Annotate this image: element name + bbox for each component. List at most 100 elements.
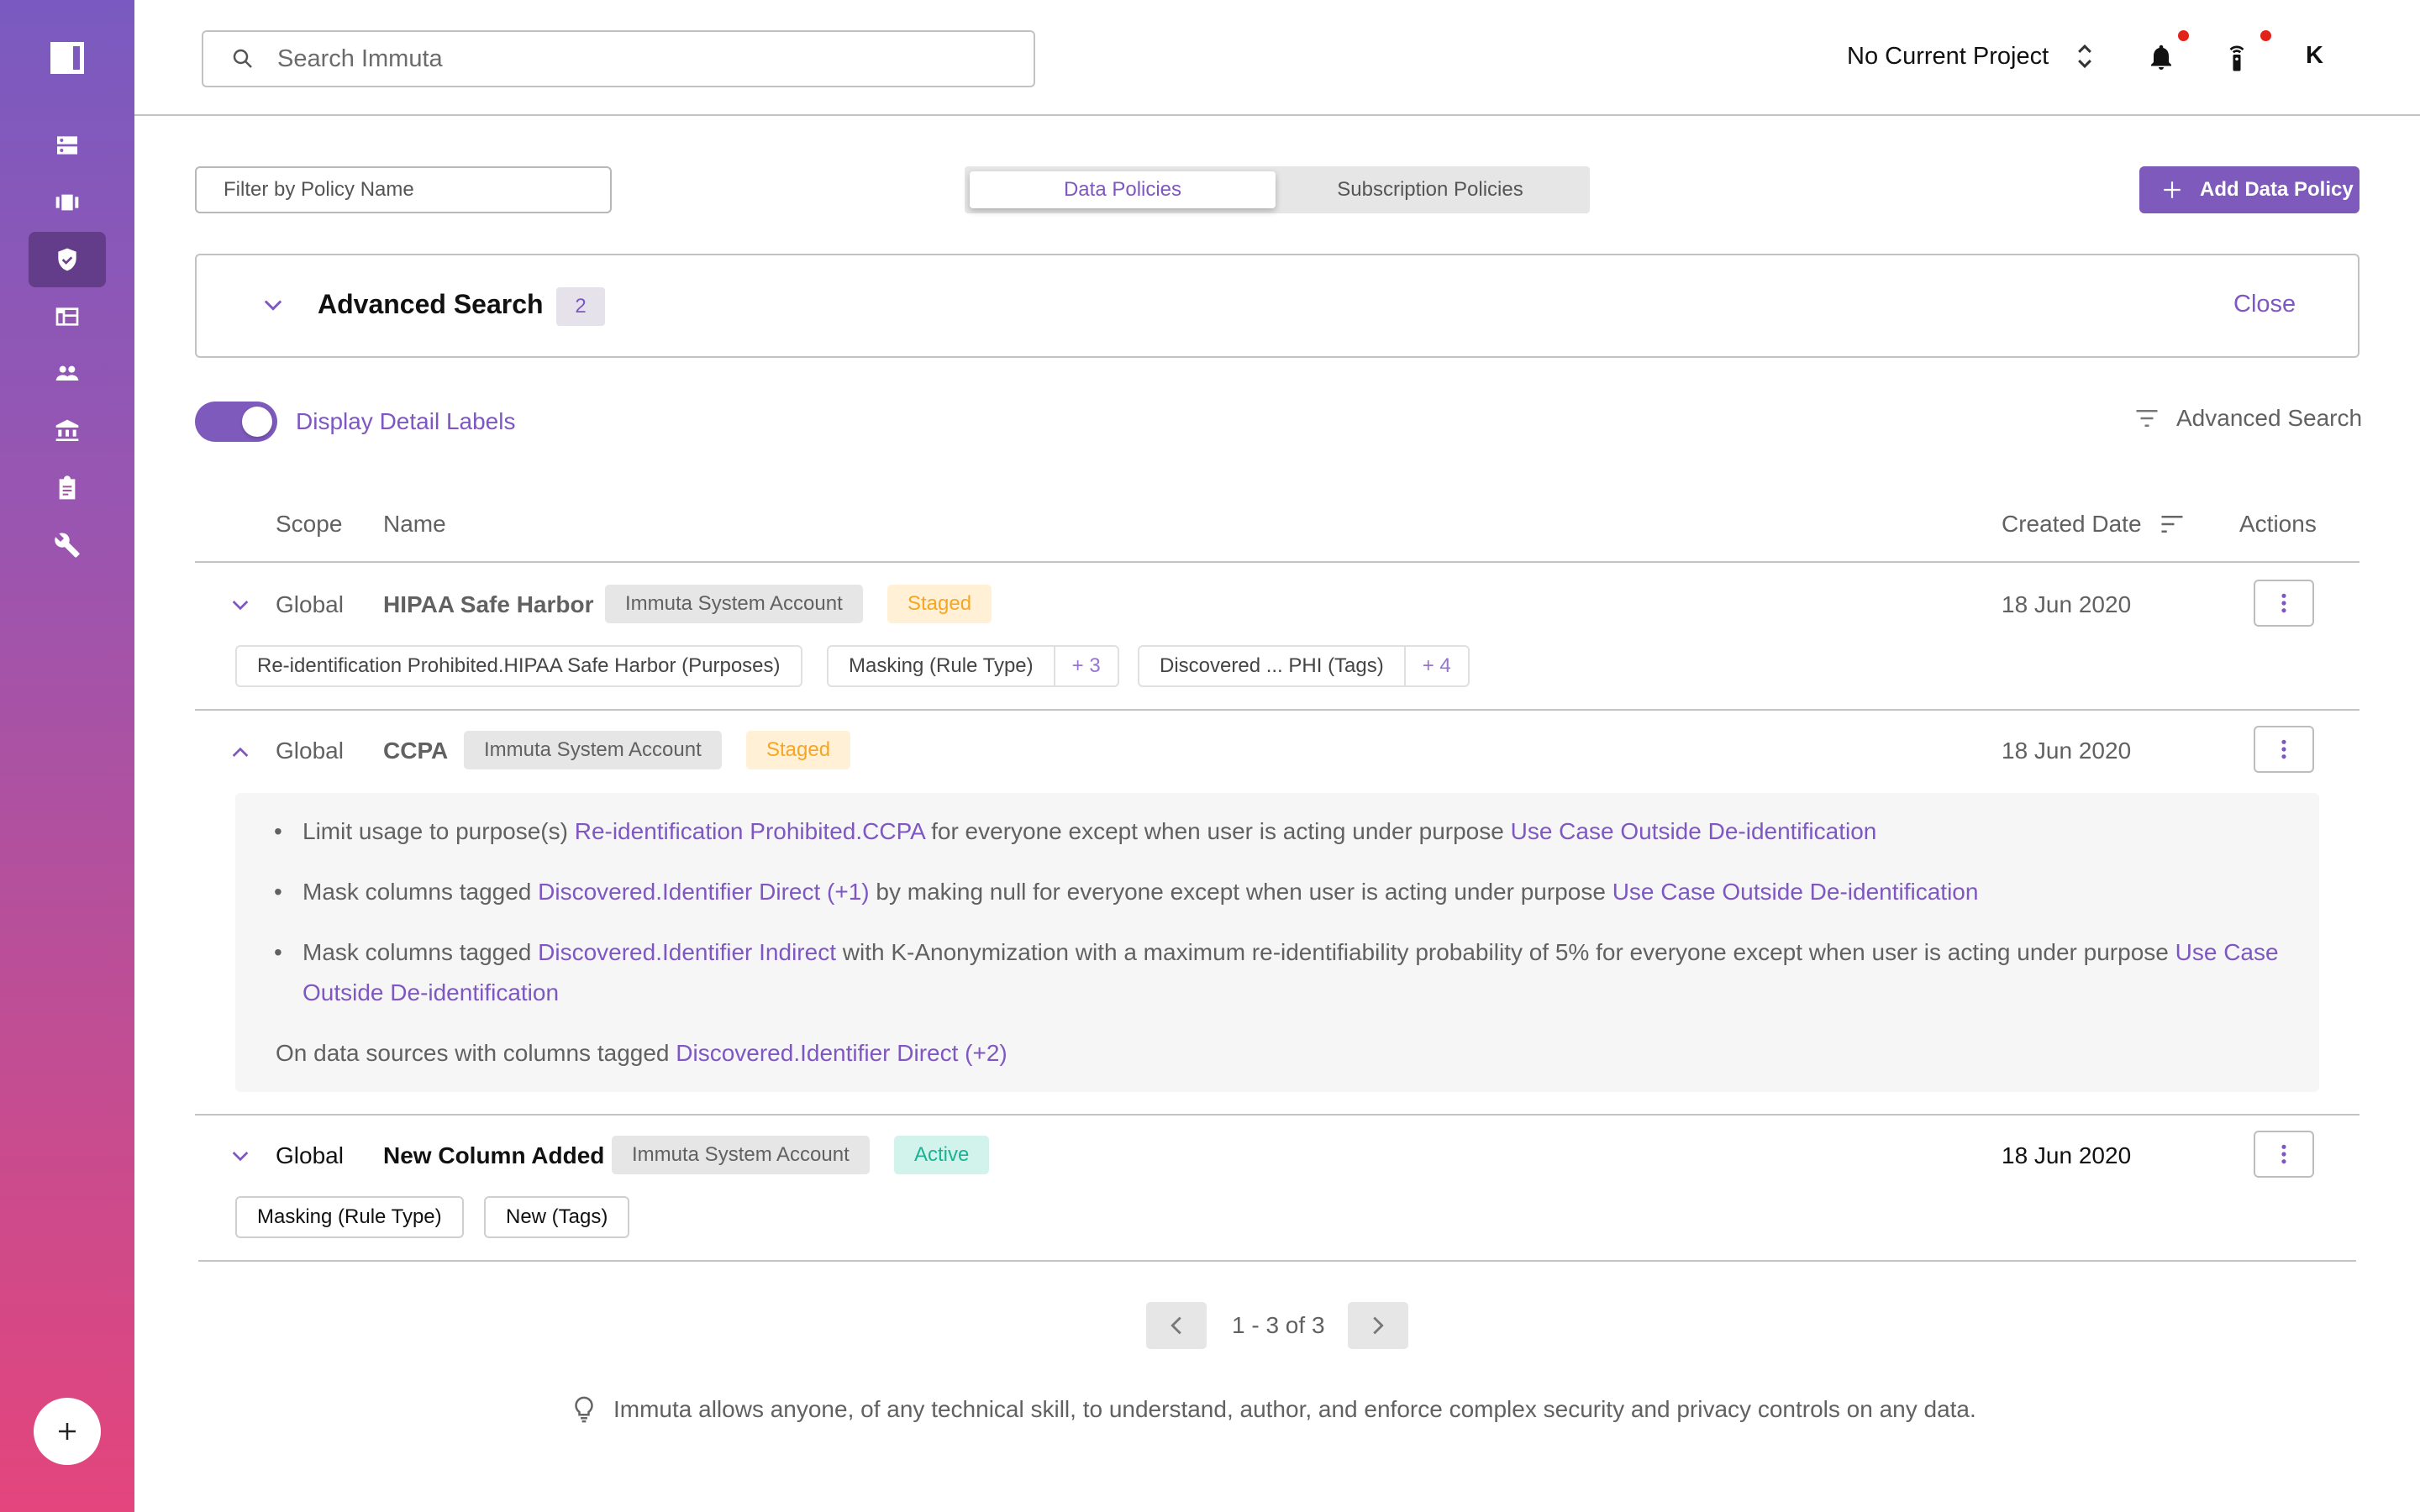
rule-text: Mask columns tagged xyxy=(302,939,539,965)
policy-detail-panel: Limit usage to purpose(s) Re-identificat… xyxy=(235,793,2319,1092)
chevron-down-icon[interactable] xyxy=(232,1151,249,1163)
more-vertical-icon xyxy=(2281,1144,2286,1164)
chip-label: Masking (Rule Type) xyxy=(849,654,1034,677)
chip-label: Masking (Rule Type) xyxy=(257,1205,442,1228)
add-data-policy-label: Add Data Policy xyxy=(2200,178,2354,201)
previous-page-button[interactable] xyxy=(1146,1302,1207,1349)
chevron-down-icon[interactable] xyxy=(232,600,249,612)
row-policy-name[interactable]: HIPAA Safe Harbor xyxy=(383,591,594,618)
row-divider xyxy=(195,1114,2360,1116)
policy-type-tabs: Data Policies Subscription Policies xyxy=(965,166,1590,213)
sidebar-item-governance[interactable] xyxy=(29,403,106,459)
row-policy-name[interactable]: New Column Added xyxy=(383,1142,604,1169)
table-icon xyxy=(55,307,79,326)
row-divider xyxy=(198,1260,2356,1262)
rule-text: with K-Anonymization with a maximum re-i… xyxy=(835,939,2175,965)
owner-badge: Immuta System Account xyxy=(605,585,863,623)
policies-shield-icon xyxy=(58,248,76,271)
user-avatar[interactable]: K xyxy=(2306,42,2323,70)
header-divider xyxy=(195,561,2360,563)
row-created-date: 18 Jun 2020 xyxy=(2002,591,2132,617)
search-input[interactable] xyxy=(277,45,950,73)
chip-label: New (Tags) xyxy=(506,1205,608,1228)
advanced-search-link-label: Advanced Search xyxy=(2176,405,2363,431)
remote-icon xyxy=(2229,45,2244,71)
detail-label-chip: Masking (Rule Type) xyxy=(235,1196,464,1238)
tag-link[interactable]: Discovered.Identifier Direct (+1) xyxy=(538,879,869,905)
next-page-button[interactable] xyxy=(1348,1302,1408,1349)
sidebar-item-audit[interactable] xyxy=(29,460,106,516)
pagination-range: 1 - 3 of 3 xyxy=(1232,1312,1325,1338)
footer-tip-text: Immuta allows anyone, of any technical s… xyxy=(613,1396,1976,1422)
plus-icon xyxy=(59,1423,76,1440)
more-vertical-icon xyxy=(2281,739,2286,759)
chevron-down-icon[interactable] xyxy=(264,299,282,312)
detail-label-chip: Masking (Rule Type) + 3 xyxy=(827,645,1119,687)
sidebar-item-query-editor[interactable] xyxy=(29,289,106,344)
sidebar-item-policies[interactable] xyxy=(29,232,106,287)
data-sources-icon xyxy=(57,136,77,155)
chip-more-count[interactable]: + 4 xyxy=(1403,647,1468,685)
sidebar-item-data-sources[interactable] xyxy=(29,118,106,173)
row-scope: Global xyxy=(276,1142,344,1168)
purpose-link[interactable]: Re-identification Prohibited.CCPA xyxy=(575,818,925,844)
remote-notification-dot xyxy=(2260,30,2271,41)
policy-name-filter-input[interactable] xyxy=(224,178,593,202)
advanced-search-title: Advanced Search xyxy=(318,289,544,319)
rule-text: for everyone except when user is acting … xyxy=(924,818,1511,844)
detail-label-chip: Discovered ... PHI (Tags) + 4 xyxy=(1138,645,1470,687)
column-header-actions: Actions xyxy=(2239,511,2317,537)
footer-tip: Immuta allows anyone, of any technical s… xyxy=(575,1396,1976,1423)
status-badge: Staged xyxy=(746,731,851,769)
remote-button[interactable] xyxy=(2220,30,2271,77)
policy-filter[interactable] xyxy=(195,166,612,213)
chip-more-count[interactable]: + 3 xyxy=(1053,647,1118,685)
audit-clipboard-icon xyxy=(59,475,76,500)
detail-label-chip: New (Tags) xyxy=(484,1196,630,1238)
purpose-link[interactable]: Use Case Outside De-identification xyxy=(1511,818,1877,844)
tag-link[interactable]: Discovered.Identifier Direct (+2) xyxy=(676,1040,1007,1066)
column-header-created-date[interactable]: Created Date xyxy=(2002,511,2142,538)
policy-rule-line: Mask columns tagged Discovered.Identifie… xyxy=(274,872,2292,912)
advanced-search-link[interactable]: Advanced Search xyxy=(2134,405,2362,432)
status-badge: Staged xyxy=(887,585,992,623)
row-policy-name[interactable]: CCPA xyxy=(383,738,448,764)
rule-text: Mask columns tagged xyxy=(302,879,539,905)
chevron-up-icon[interactable] xyxy=(232,746,249,758)
notifications-button[interactable] xyxy=(2144,30,2189,77)
row-scope: Global xyxy=(276,738,344,764)
project-selector[interactable]: No Current Project xyxy=(1847,42,2094,71)
tab-subscription-policies[interactable]: Subscription Policies xyxy=(1276,171,1585,208)
column-header-name: Name xyxy=(383,511,446,537)
sort-icon[interactable] xyxy=(2160,514,2185,534)
chip-label: Re-identification Prohibited.HIPAA Safe … xyxy=(257,654,781,677)
search-icon xyxy=(233,49,252,68)
row-actions-button[interactable] xyxy=(2254,726,2314,773)
row-actions-button[interactable] xyxy=(2254,1131,2314,1178)
purpose-link[interactable]: Use Case Outside De-identification xyxy=(1612,879,1979,905)
row-created-date: 18 Jun 2020 xyxy=(2002,1142,2132,1168)
row-scope: Global xyxy=(276,591,344,617)
display-detail-labels-toggle[interactable] xyxy=(195,402,277,442)
owner-badge: Immuta System Account xyxy=(612,1136,870,1174)
datasource-condition-line: On data sources with columns tagged Disc… xyxy=(276,1033,2292,1074)
row-actions-button[interactable] xyxy=(2254,580,2314,627)
immuta-logo-icon[interactable] xyxy=(50,42,84,74)
row-created-date: 18 Jun 2020 xyxy=(2002,738,2132,764)
sidebar-item-app-settings[interactable] xyxy=(29,517,106,573)
bell-icon xyxy=(2151,45,2171,70)
tab-data-policies[interactable]: Data Policies xyxy=(970,171,1276,208)
sidebar-item-projects[interactable] xyxy=(29,175,106,230)
sidebar-item-people[interactable] xyxy=(29,346,106,402)
create-fab-button[interactable] xyxy=(34,1398,101,1465)
unfold-icon xyxy=(2078,44,2092,69)
tag-link[interactable]: Discovered.Identifier Indirect xyxy=(538,939,836,965)
close-advanced-search-button[interactable]: Close xyxy=(2233,291,2296,318)
notification-dot xyxy=(2178,30,2189,41)
global-search[interactable] xyxy=(202,30,1035,87)
plus-icon xyxy=(2164,181,2181,198)
people-icon xyxy=(55,365,79,381)
display-detail-labels-label[interactable]: Display Detail Labels xyxy=(296,408,515,435)
add-data-policy-button[interactable]: Add Data Policy xyxy=(2139,166,2360,213)
owner-badge: Immuta System Account xyxy=(464,731,722,769)
